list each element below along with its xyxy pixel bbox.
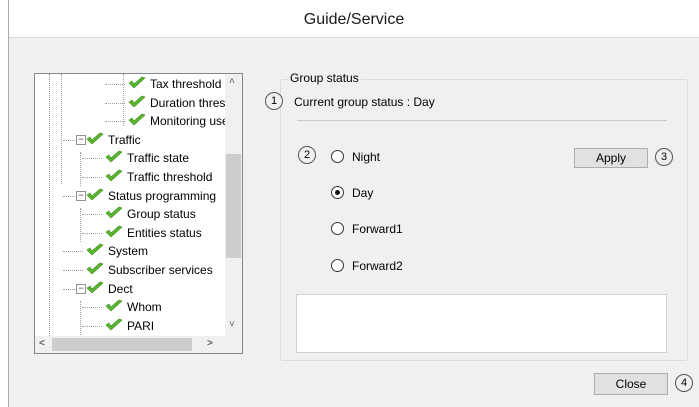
checkmark-icon: [127, 76, 147, 90]
scroll-up-arrow-icon[interactable]: ˄: [229, 76, 235, 87]
checkmark-icon: [85, 132, 105, 146]
tree-item-label: Subscriber services: [108, 263, 213, 277]
tree-item-label: Traffic: [108, 132, 141, 147]
tree-item-label: Traffic state: [127, 151, 190, 166]
tree-line: [105, 102, 125, 104]
tree-item[interactable]: System: [85, 242, 148, 260]
collapse-toggle-icon[interactable]: −: [76, 283, 86, 294]
checkmark-icon: [104, 206, 124, 220]
scrollbar-corner: [225, 336, 242, 353]
window-title: Guide/Service: [9, 0, 699, 38]
tree-item[interactable]: Monitoring use: [127, 112, 225, 130]
current-group-status: Current group status : Day: [294, 95, 435, 109]
scrollbar-thumb[interactable]: [226, 154, 241, 258]
radio-option-night[interactable]: Night: [331, 149, 380, 165]
radio-button[interactable]: [331, 150, 344, 163]
tree-item[interactable]: Whom: [104, 298, 162, 316]
tree-item[interactable]: Subscriber services: [85, 261, 213, 279]
tree-item-label: Whom: [127, 300, 162, 315]
tree-line: [63, 270, 83, 271]
tree-item-label: Entities status: [127, 225, 202, 240]
tree-line: [82, 214, 102, 216]
divider: [297, 120, 667, 121]
tree-item[interactable]: Duration thres: [127, 94, 225, 112]
tree-horizontal-scrollbar[interactable]: < >: [35, 336, 225, 353]
scroll-right-arrow-icon[interactable]: >: [207, 338, 213, 349]
tree-item[interactable]: Status programming: [85, 187, 216, 205]
radio-label: Day: [352, 186, 374, 200]
tree-item[interactable]: Group status: [104, 205, 196, 223]
tree-item[interactable]: Traffic: [85, 131, 141, 149]
radio-button[interactable]: [331, 186, 344, 199]
tree-line: [80, 301, 81, 335]
tree-line: [82, 158, 102, 160]
tree-line: [63, 251, 83, 253]
radio-option-forward1[interactable]: Forward1: [331, 221, 403, 237]
tree-line: [82, 307, 102, 309]
scroll-left-arrow-icon[interactable]: <: [39, 338, 45, 349]
tree-line: [123, 74, 124, 126]
dialog-window: Guide/Service Tax threshold Duration thre…: [8, 0, 699, 407]
callout-marker: 4: [675, 374, 693, 392]
collapse-toggle-icon[interactable]: −: [76, 190, 86, 201]
tree-line: [82, 177, 102, 178]
apply-button[interactable]: Apply: [574, 148, 648, 168]
callout-marker: 1: [265, 92, 283, 110]
tree-item[interactable]: Traffic threshold: [104, 168, 212, 186]
collapse-toggle-icon[interactable]: −: [76, 134, 86, 145]
tree-line: [82, 325, 102, 327]
tree-item-label: Status programming: [108, 188, 217, 203]
checkmark-icon: [104, 225, 124, 239]
tree-line: [49, 74, 50, 336]
navigation-tree[interactable]: Tax threshold Duration thres Monitoring us…: [34, 73, 243, 354]
tree-line: [105, 84, 125, 85]
radio-label: Forward2: [352, 259, 403, 273]
tree-item[interactable]: PARI: [104, 317, 154, 335]
checkmark-icon: [104, 318, 124, 332]
checkmark-icon: [127, 95, 147, 109]
tree-line: [82, 232, 102, 234]
tree-item-label: Tax threshold: [150, 77, 222, 91]
radio-label: Night: [352, 150, 381, 164]
tree-item-label: Dect: [108, 281, 133, 296]
scroll-down-arrow-icon[interactable]: ˅: [229, 319, 235, 330]
group-status-legend: Group status: [288, 71, 361, 85]
radio-option-day[interactable]: Day: [331, 185, 373, 201]
checkmark-icon: [104, 150, 124, 164]
close-button[interactable]: Close: [594, 373, 668, 395]
checkmark-icon: [127, 113, 147, 127]
radio-option-forward2[interactable]: Forward2: [331, 258, 403, 274]
tree-item[interactable]: Entities status: [104, 224, 202, 242]
checkmark-icon: [85, 243, 105, 257]
tree-line: [80, 208, 81, 242]
checkmark-icon: [85, 188, 105, 202]
tree-item-label: PARI: [127, 318, 155, 333]
checkmark-icon: [104, 169, 124, 183]
tree-item-label: System: [108, 244, 149, 259]
radio-label: Forward1: [352, 222, 403, 236]
radio-button[interactable]: [331, 222, 344, 235]
tree-item[interactable]: Traffic state: [104, 149, 189, 167]
tree-line: [80, 152, 81, 186]
callout-marker: 2: [298, 146, 316, 164]
checkmark-icon: [85, 262, 105, 276]
tree-item[interactable]: Tax threshold: [127, 75, 221, 93]
checkmark-icon: [104, 299, 124, 313]
tree-item-label: Monitoring use: [150, 114, 225, 129]
radio-button[interactable]: [331, 259, 344, 272]
callout-marker: 3: [655, 148, 673, 166]
tree-line: [61, 74, 62, 184]
tree-item-label: Duration thres: [150, 95, 225, 110]
tree-vertical-scrollbar[interactable]: ˄ ˅: [225, 74, 242, 336]
status-message-area[interactable]: [296, 294, 667, 353]
scrollbar-thumb[interactable]: [52, 338, 192, 351]
tree-item[interactable]: Dect: [85, 280, 133, 298]
checkmark-icon: [85, 281, 105, 295]
tree-content: Tax threshold Duration thres Monitoring us…: [35, 74, 225, 336]
tree-item-label: Traffic threshold: [127, 170, 213, 184]
tree-item-label: Group status: [127, 207, 196, 222]
tree-line: [105, 121, 125, 123]
